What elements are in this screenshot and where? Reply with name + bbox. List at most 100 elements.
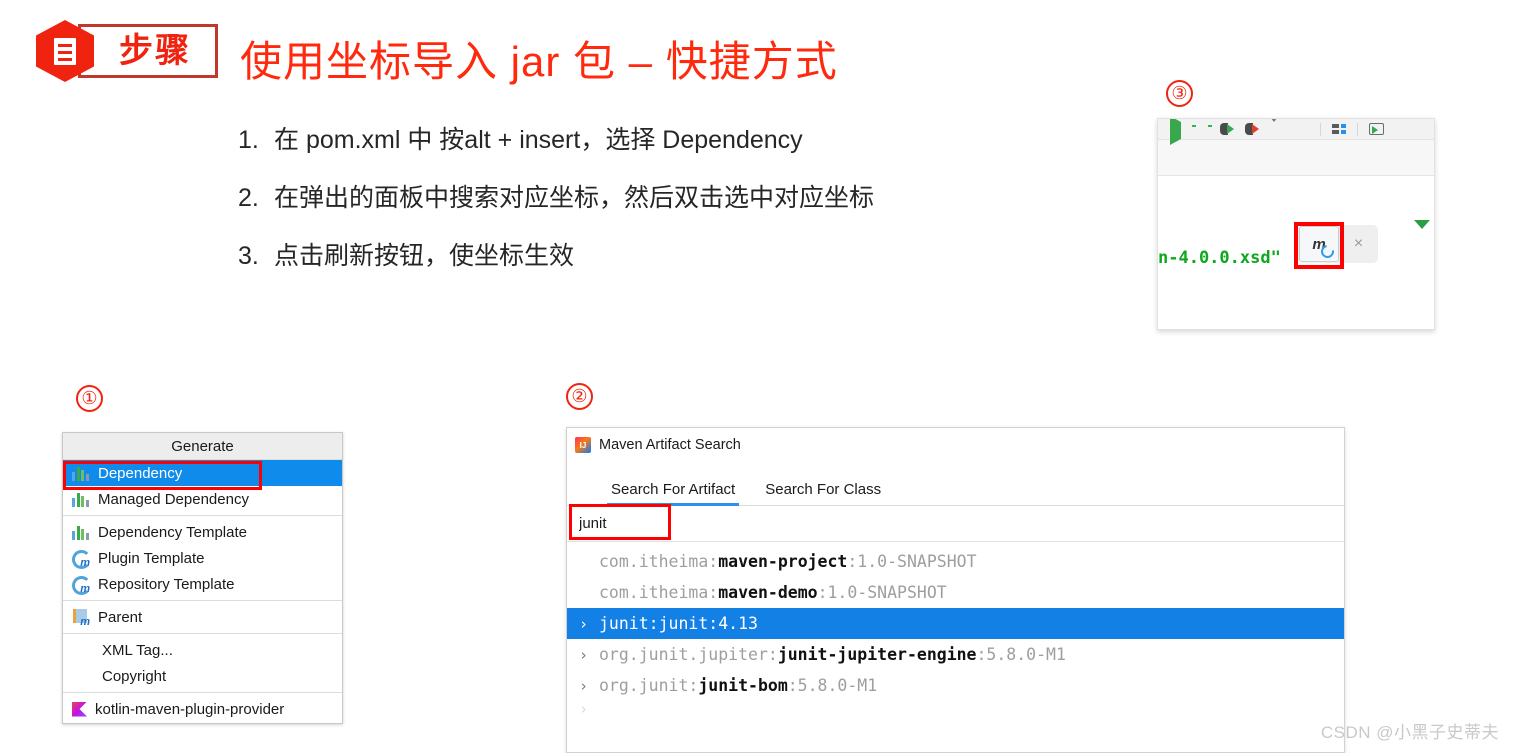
menu-item-label: XML Tag... [102,641,173,659]
menu-item-kotlin-maven-plugin-provider[interactable]: kotlin-maven-plugin-provider [63,696,342,722]
gutter-arrow-icon [1414,220,1430,229]
menu-item-dependency[interactable]: Dependency [63,460,342,486]
result-group [599,701,609,717]
maven-artifact-search-dialog: Maven Artifact Search Search For Artifac… [566,427,1345,753]
menu-item-label: Dependency [98,464,183,482]
run-frame-icon[interactable] [1369,123,1384,135]
run-icon[interactable] [1170,119,1184,145]
result-row[interactable]: com.itheima: maven-project :1.0-SNAPSHOT [567,546,1344,577]
menu-item-label: Copyright [102,667,167,685]
maven-plugin-icon [72,576,91,595]
menu-item-xml-tag[interactable]: XML Tag... [63,637,342,663]
page-title: 使用坐标导入 jar 包 – 快捷方式 [240,38,838,85]
menu-item-copyright[interactable]: Copyright [63,663,342,689]
result-row[interactable]: › org.junit.jupiter: junit-jupiter-engin… [567,639,1344,670]
ide-editor[interactable]: n-4.0.0.xsd" m × [1158,176,1434,328]
maven-parent-icon [72,609,90,628]
step-number: 3. [238,242,259,270]
menu-item-dependency-template[interactable]: Dependency Template [63,519,342,545]
editor-code-text: n-4.0.0.xsd" [1158,248,1281,268]
result-group: junit: [599,614,659,633]
menu-item-label: Managed Dependency [98,490,249,508]
expand-chevron-icon[interactable]: › [579,646,599,664]
maven-plugin-icon [72,550,91,569]
result-artifact: junit [658,614,709,633]
result-version: :5.8.0-M1 [976,645,1066,664]
search-results-list: com.itheima: maven-project :1.0-SNAPSHOT… [567,542,1344,717]
marker-three-icon: ③ [1166,80,1193,107]
menu-item-label: Plugin Template [98,549,205,567]
result-group: com.itheima: [599,583,719,602]
ide-snippet: n-4.0.0.xsd" m × [1157,118,1435,330]
step-text: 在弹出的面板中搜索对应坐标，然后双击选中对应坐标 [274,184,875,212]
toolbar-divider [1357,122,1358,136]
menu-item-parent[interactable]: Parent [63,604,342,630]
steps-list: 1. 在 pom.xml 中 按alt + insert，选择 Dependen… [238,120,998,294]
step-number: 2. [238,184,259,212]
marker-one-icon: ① [76,385,103,412]
search-row [567,504,1344,542]
menu-item-label: kotlin-maven-plugin-provider [95,700,285,718]
dialog-tabs: Search For Artifact Search For Class [567,462,1344,506]
result-row-selected[interactable]: › junit: junit :4.13 [567,608,1344,639]
menu-item-label: Repository Template [98,575,235,593]
step-text: 在 pom.xml 中 按alt + insert，选择 Dependency [274,126,803,154]
badge-label: 步骤 [119,32,191,70]
profile-icon[interactable] [1245,122,1259,136]
step-number: 1. [238,126,259,154]
stop-icon[interactable] [1295,122,1309,136]
tab-search-for-artifact[interactable]: Search For Artifact [607,481,740,506]
ide-toolbar [1158,119,1434,145]
step-item: 1. 在 pom.xml 中 按alt + insert，选择 Dependen… [238,120,998,156]
menu-item-managed-dependency[interactable]: Managed Dependency [63,486,342,512]
generate-popup-header: Generate [63,433,342,460]
result-artifact: maven-project [718,552,848,571]
maven-reload-button[interactable]: m [1299,226,1339,262]
result-group: org.junit.jupiter: [599,645,778,664]
result-artifact: junit-jupiter-engine [777,645,977,664]
menu-item-label: Parent [98,608,143,626]
maven-bars-icon [72,466,90,481]
maven-bars-icon [72,525,90,540]
result-row-partial[interactable]: › [567,701,1344,717]
menu-divider [63,600,342,601]
chevron-down-icon[interactable] [1270,119,1284,139]
badge-label-box: 步骤 [78,24,218,78]
menu-divider [63,515,342,516]
result-version: :5.8.0-M1 [787,676,878,695]
generate-popup: Generate Dependency Managed Dependency D… [62,432,343,724]
document-icon [54,37,76,65]
ide-subbar [1158,140,1434,176]
result-row[interactable]: › org.junit: junit-bom :5.8.0-M1 [567,670,1344,701]
step-item: 3. 点击刷新按钮，使坐标生效 [238,236,998,272]
result-version: :1.0-SNAPSHOT [847,552,977,571]
close-icon[interactable]: × [1339,235,1378,253]
menu-item-repository-template[interactable]: Repository Template [63,571,342,597]
step-item: 2. 在弹出的面板中搜索对应坐标，然后双击选中对应坐标 [238,178,998,214]
menu-divider [63,692,342,693]
intellij-idea-icon [575,437,591,453]
menu-item-label: Dependency Template [98,523,247,541]
expand-chevron-icon[interactable]: › [579,615,599,633]
expand-chevron-icon[interactable]: › [579,677,599,695]
watermark: CSDN @小黑子史蒂夫 [1320,723,1499,742]
result-version: :4.13 [708,614,758,633]
maven-bars-icon [72,492,90,507]
search-input[interactable] [567,506,707,541]
dialog-titlebar: Maven Artifact Search [567,428,1344,462]
menu-item-plugin-template[interactable]: Plugin Template [63,545,342,571]
result-artifact: maven-demo [718,583,818,602]
kotlin-icon [72,701,87,717]
maven-reload-popup: m × [1298,225,1378,263]
result-row[interactable]: com.itheima: maven-demo :1.0-SNAPSHOT [567,577,1344,608]
layout-icon[interactable] [1332,123,1346,135]
result-artifact: junit-bom [698,676,788,695]
dialog-title: Maven Artifact Search [599,437,741,453]
run-with-coverage-icon[interactable] [1220,122,1234,136]
tab-search-for-class[interactable]: Search For Class [761,481,885,505]
header-badge: 步骤 [36,20,218,82]
result-version: :1.0-SNAPSHOT [817,583,947,602]
result-group: com.itheima: [599,552,719,571]
debug-icon[interactable] [1195,122,1209,136]
marker-two-icon: ② [566,383,593,410]
